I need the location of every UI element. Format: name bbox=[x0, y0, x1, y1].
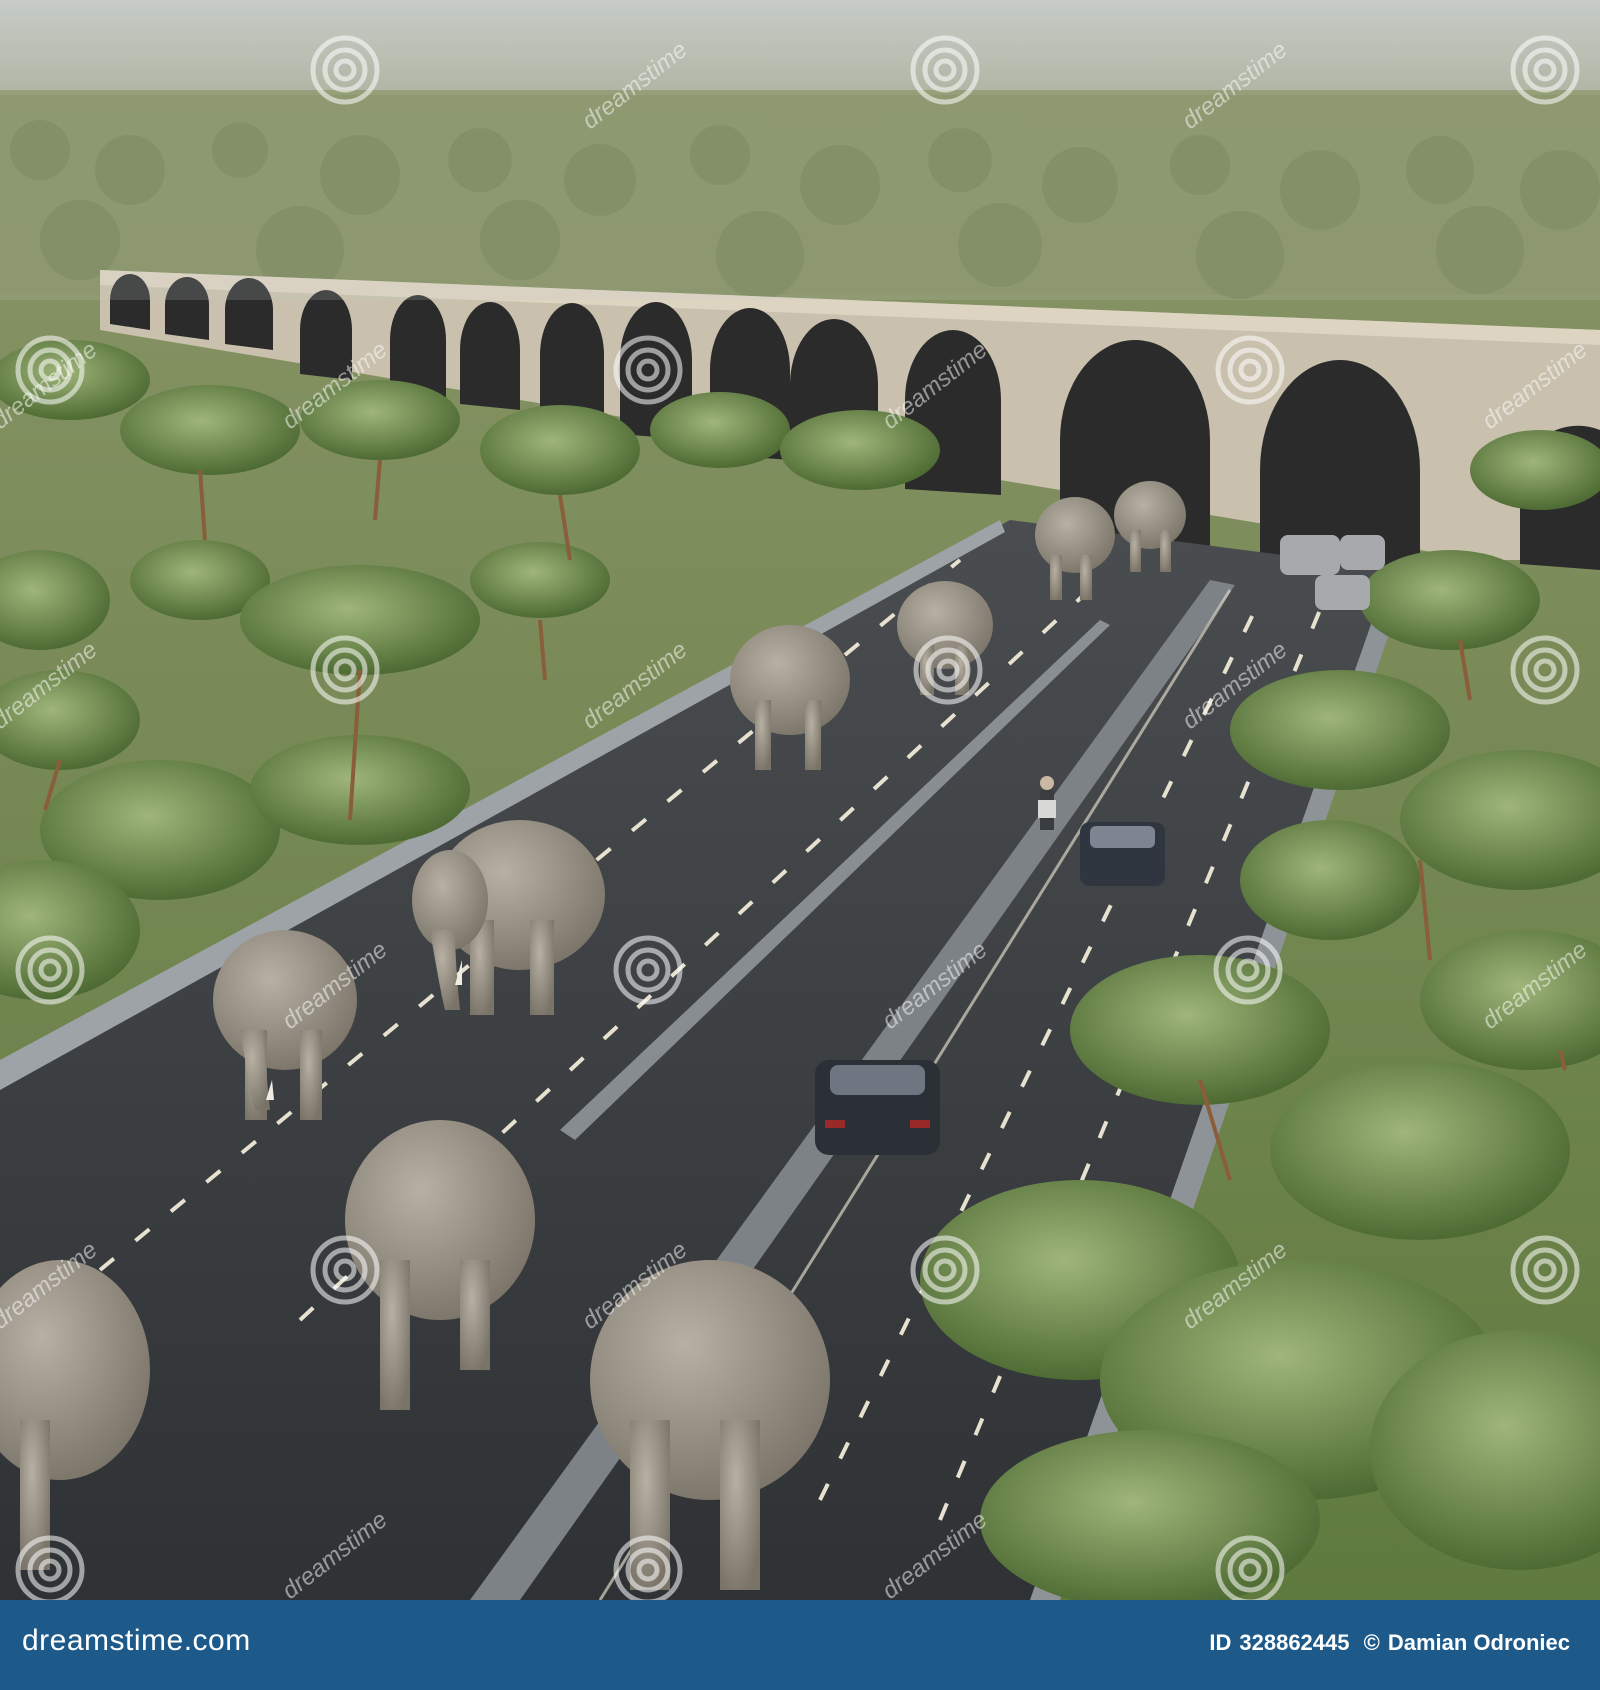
author-name: Damian Odroniec bbox=[1387, 1630, 1570, 1655]
footer-bar: dreamstime.com ID 328862445 © Damian Odron… bbox=[0, 1600, 1600, 1690]
pedestrian bbox=[1038, 776, 1056, 830]
car-near bbox=[815, 1060, 940, 1155]
car-mid bbox=[1080, 822, 1165, 886]
copyright-icon: © bbox=[1363, 1630, 1380, 1655]
id-value: 328862445 bbox=[1239, 1630, 1350, 1655]
brand-link[interactable]: dreamstime.com bbox=[22, 1624, 251, 1658]
id-label: ID bbox=[1209, 1630, 1232, 1655]
image-credit: ID 328862445 © Damian Odroniec bbox=[1201, 1630, 1570, 1656]
photo: dreamstime dreamstime dreamstime dreamst… bbox=[0, 0, 1600, 1600]
photo-scene: dreamstime dreamstime dreamstime dreamst… bbox=[0, 0, 1600, 1600]
